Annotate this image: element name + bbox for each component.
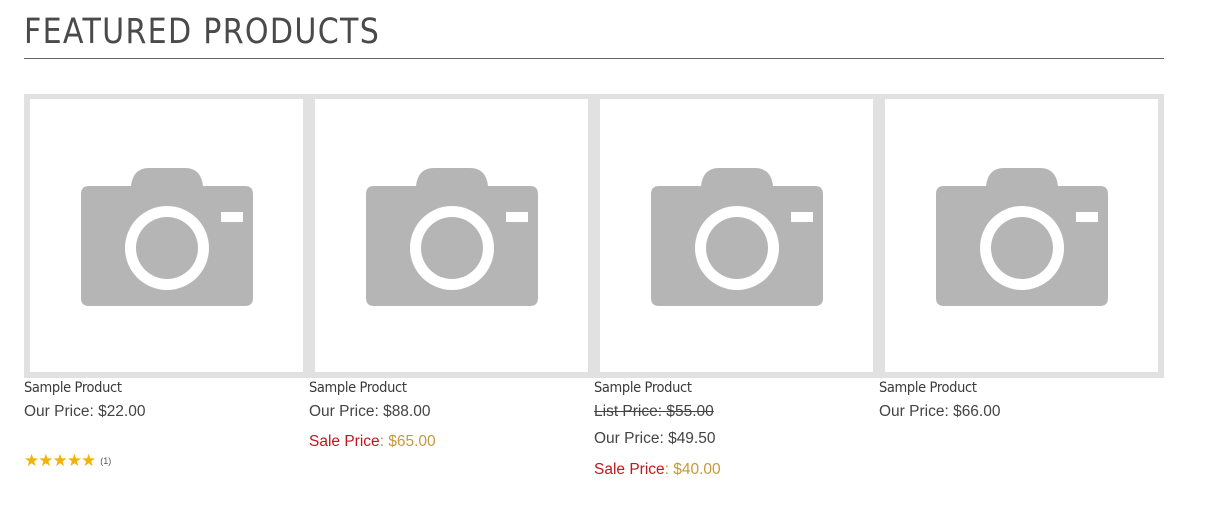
product-name[interactable]: Sample Product xyxy=(879,380,977,396)
sale-price: Sale Price: $65.00 xyxy=(309,433,436,451)
sale-price-label: Sale Price xyxy=(309,433,380,450)
product-image[interactable] xyxy=(600,99,873,372)
star-rating-icon: ★★★★★ xyxy=(24,451,96,471)
product-image[interactable] xyxy=(315,99,588,372)
product-name[interactable]: Sample Product xyxy=(594,380,692,396)
sale-price-label: Sale Price xyxy=(594,461,665,478)
sale-price-value: : $40.00 xyxy=(664,461,721,478)
our-price: Our Price: $22.00 xyxy=(24,403,146,420)
our-price: Our Price: $49.50 xyxy=(594,430,716,447)
camera-placeholder-icon xyxy=(935,167,1108,306)
sale-price-value: : $65.00 xyxy=(379,433,436,450)
product-image[interactable] xyxy=(30,99,303,372)
section-title: FEATURED PRODUCTS xyxy=(24,12,381,52)
list-price: List Price: $55.00 xyxy=(594,403,714,420)
camera-placeholder-icon xyxy=(365,167,538,306)
camera-placeholder-icon xyxy=(650,167,823,306)
product-rating[interactable]: ★★★★★ (1) xyxy=(24,452,111,470)
review-count[interactable]: (1) xyxy=(100,456,111,466)
our-price: Our Price: $88.00 xyxy=(309,403,431,420)
title-divider xyxy=(24,58,1164,59)
product-name[interactable]: Sample Product xyxy=(309,380,407,396)
our-price: Our Price: $66.00 xyxy=(879,403,1001,420)
product-image[interactable] xyxy=(885,99,1158,372)
product-name[interactable]: Sample Product xyxy=(24,380,122,396)
sale-price: Sale Price: $40.00 xyxy=(594,461,721,479)
camera-placeholder-icon xyxy=(80,167,253,306)
